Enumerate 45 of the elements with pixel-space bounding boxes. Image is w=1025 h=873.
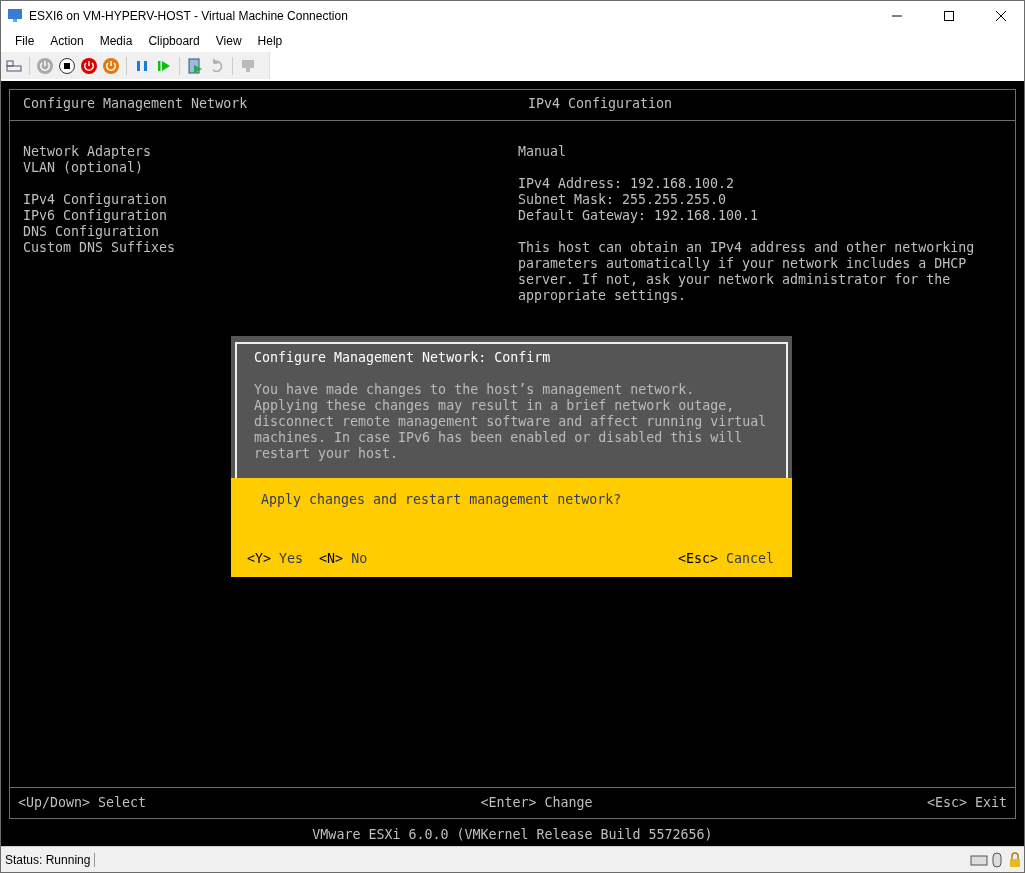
menu-option[interactable]: DNS Configuration: [23, 224, 505, 240]
menu-option[interactable]: Network Adapters: [23, 144, 505, 160]
dialog-question: Apply changes and restart management network?: [260, 492, 623, 508]
panel-title: IPv4 Configuration: [527, 96, 674, 112]
power-icon[interactable]: [80, 56, 98, 75]
menu-item[interactable]: Action: [42, 32, 92, 50]
dialog-message: You have made changes to the host’s management network.: [254, 382, 696, 398]
description-text: This host can obtain an IPv4 address and other networking: [517, 240, 976, 256]
dialog-action[interactable]: <Esc> Cancel: [677, 551, 774, 567]
window-title: ESXI6 on VM-HYPERV-HOST - Virtual Machine Connection: [29, 8, 349, 23]
setting-text: Default Gateway: 192.168.100.1: [517, 208, 760, 224]
key-hint: <Up/Down> Select: [18, 795, 147, 811]
stop-icon[interactable]: [58, 56, 76, 75]
menu-option[interactable]: VLAN (optional): [23, 160, 505, 176]
description-text: parameters automatically if your network includes a DHCP: [517, 256, 968, 272]
setting-text: IPv4 Address: 192.168.100.2: [517, 176, 736, 192]
dialog-message: restart your host.: [254, 446, 400, 462]
dialog-message: machines. In case IPv6 has been enabled or disabled this will: [254, 430, 744, 446]
dialog-message: Applying these changes may result in a brief network outage,: [254, 398, 736, 414]
menu-option[interactable]: IPv6 Configuration: [23, 208, 505, 224]
key-hint: <Esc> Exit: [926, 795, 1007, 811]
menu-option[interactable]: IPv4 Configuration: [23, 192, 505, 208]
menu-item[interactable]: Media: [91, 32, 141, 50]
dialog-action[interactable]: <N> No: [319, 551, 368, 567]
menu-option[interactable]: Custom DNS Suffixes: [23, 240, 505, 256]
power-icon[interactable]: [102, 56, 120, 75]
menu-item[interactable]: File: [7, 32, 43, 50]
dialog-message: disconnect remote management software and affect running virtual: [254, 414, 768, 430]
setting-text: Subnet Mask: 255.255.255.0: [517, 192, 728, 208]
menu-item[interactable]: View: [207, 32, 250, 50]
menu-item[interactable]: Help: [249, 32, 291, 50]
menu-item[interactable]: Clipboard: [140, 32, 208, 50]
maximize-icon[interactable]: [944, 10, 954, 21]
status-text: Status: Running: [1, 852, 96, 867]
dialog-action[interactable]: <Y> Yes: [247, 551, 304, 567]
version-text: VMware ESXi 6.0.0 (VMKernel Release Build 5572656): [311, 826, 714, 844]
dialog-title: Configure Management Network: Confirm: [254, 350, 552, 366]
screen-title: Configure Management Network: [23, 96, 249, 112]
close-icon[interactable]: [996, 10, 1006, 21]
description-text: appropriate settings.: [517, 288, 687, 304]
checkpoint-icon[interactable]: [186, 56, 204, 75]
monitor-icon: [7, 7, 23, 24]
key-hint: <Enter> Change: [480, 795, 593, 811]
description-text: server. If not, ask your network administrator for the: [517, 272, 952, 288]
mode-text: Manual: [517, 144, 567, 160]
